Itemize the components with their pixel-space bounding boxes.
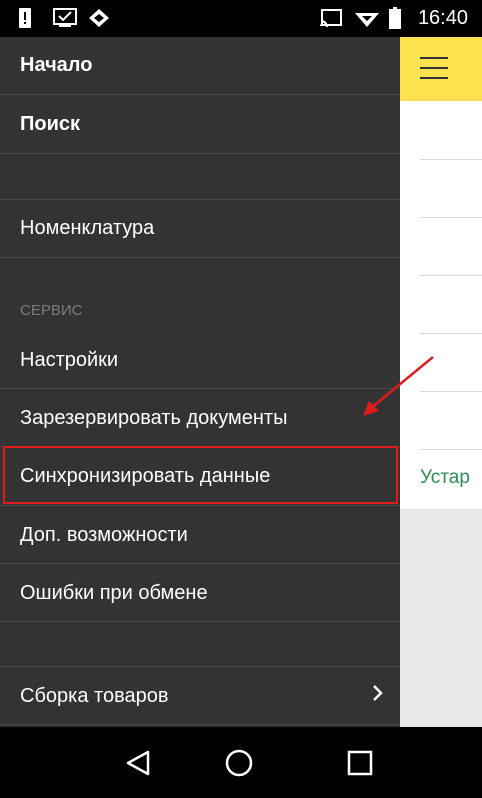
chevron-right-icon <box>372 684 384 708</box>
drawer-item-label: Сборка товаров <box>20 684 169 707</box>
drawer-item-label: Зарезервировать документы <box>20 406 288 429</box>
alert-icon <box>18 8 32 28</box>
drawer-item-settings[interactable]: Настройки <box>0 331 400 389</box>
drawer-item-label: Ошибки при обмене <box>20 581 208 604</box>
list-divider <box>420 275 482 276</box>
navigation-bar <box>0 727 482 798</box>
back-icon[interactable] <box>122 747 154 779</box>
drawer-item-label: Номенклатура <box>20 217 155 239</box>
clock: 16:40 <box>417 7 468 29</box>
recents-icon[interactable] <box>344 747 376 779</box>
app-gray-area <box>400 509 482 727</box>
checkbox-icon <box>52 8 78 28</box>
list-divider <box>420 333 482 334</box>
divider <box>0 724 400 725</box>
drawer-item-nomenclature[interactable]: Номенклатура <box>0 200 400 257</box>
navigation-drawer: Начало Поиск Номенклатура СЕРВИС Настрой… <box>0 37 400 727</box>
drawer-item-extra-features[interactable]: Доп. возможности <box>0 506 400 564</box>
list-divider <box>420 159 482 160</box>
list-divider <box>420 449 482 450</box>
drawer-item-goods-assembly[interactable]: Сборка товаров <box>0 667 400 725</box>
drawer-item-label: Настройки <box>20 348 119 371</box>
drawer-item-label: Доп. возможности <box>20 523 188 546</box>
divider <box>0 153 400 154</box>
status-bar: 16:40 <box>0 0 482 37</box>
home-icon[interactable] <box>223 747 255 779</box>
drawer-item-reserve-documents[interactable]: Зарезервировать документы <box>0 389 400 447</box>
hamburger-menu-icon[interactable] <box>420 57 448 81</box>
drawer-item-exchange-errors[interactable]: Ошибки при обмене <box>0 564 400 622</box>
divider <box>0 621 400 622</box>
drawer-item-search[interactable]: Поиск <box>0 95 400 153</box>
drawer-item-label: Начало <box>20 54 93 76</box>
section-header-service: СЕРВИС <box>20 302 83 319</box>
wifi-icon <box>354 8 380 28</box>
diamond-icon <box>86 8 112 28</box>
drawer-item-label: Поиск <box>20 112 81 135</box>
cast-icon <box>318 8 344 28</box>
annotation-arrow-icon <box>363 356 434 416</box>
drawer-item-home[interactable]: Начало <box>0 37 400 94</box>
divider <box>0 257 400 258</box>
list-divider <box>420 217 482 218</box>
battery-icon <box>388 7 402 29</box>
highlight-box <box>3 446 398 504</box>
partial-link-text[interactable]: Устар <box>420 467 470 489</box>
